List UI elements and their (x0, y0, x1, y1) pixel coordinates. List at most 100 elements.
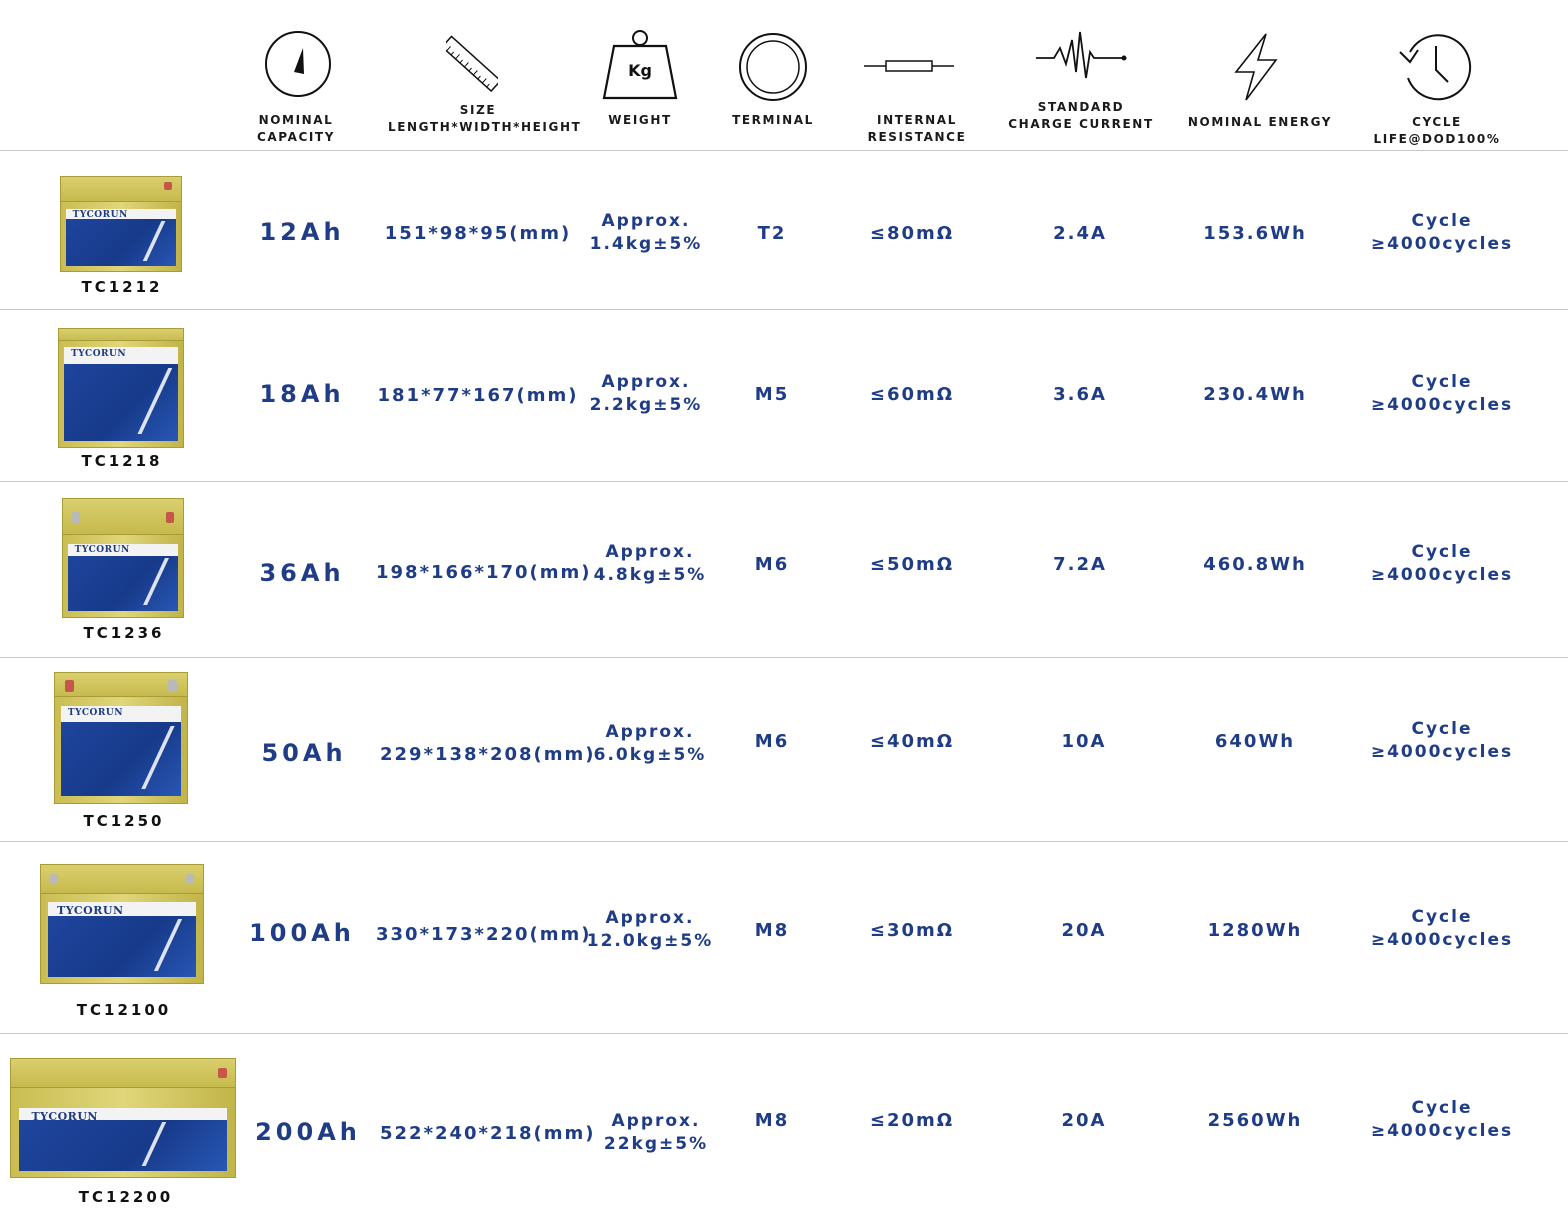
energy-value: 230.4Wh (1203, 384, 1307, 405)
model-name: TC1218 (81, 452, 163, 470)
size-value: 181*77*167(mm) (377, 385, 579, 406)
header-nominal-capacity: NOMINAL CAPACITY (256, 113, 336, 144)
capacity-value: 18Ah (259, 380, 345, 408)
clock-history-icon (1396, 32, 1472, 102)
battery-label: TYCORUN (60, 706, 182, 797)
header-nominal-energy: NOMINAL ENERGY (1187, 115, 1333, 129)
header-standard-charge-current: STANDARD CHARGE CURRENT (1006, 99, 1156, 133)
cycle-label: Cycle (1411, 542, 1473, 562)
battery-brand: TYCORUN (71, 349, 127, 360)
resistance-value: ≤20mΩ (869, 1110, 955, 1131)
battery-label: TYCORUN (66, 208, 176, 267)
model-name: TC12100 (76, 1001, 172, 1019)
model-name: TC1236 (83, 624, 165, 642)
weight-approx: Approx. (605, 722, 695, 742)
divider (0, 841, 1568, 842)
terminal-icon (738, 32, 808, 102)
energy-value: 153.6Wh (1203, 223, 1307, 244)
current-value: 20A (1061, 1110, 1107, 1131)
battery-brand: TYCORUN (67, 708, 123, 719)
energy-value: 2560Wh (1207, 1110, 1303, 1131)
model-name: TC12200 (78, 1188, 174, 1206)
model-name: TC1250 (83, 812, 165, 830)
weight-value: Approx. 12.0kg±5% (570, 907, 730, 953)
terminal-value: M8 (754, 920, 790, 941)
battery-image: TYCORUN (62, 498, 184, 618)
battery-terminal (163, 181, 173, 191)
battery-label: TYCORUN (48, 902, 196, 977)
battery-brand: TYCORUN (57, 903, 124, 917)
battery-terminal (64, 679, 75, 692)
weight-value: Approx. 6.0kg±5% (570, 721, 730, 767)
weight-value: Approx. 1.4kg±5% (566, 210, 726, 256)
energy-value: 460.8Wh (1203, 554, 1307, 575)
gauge-icon (264, 30, 332, 98)
header-size-label: SIZE LENGTH*WIDTH*HEIGHT (388, 103, 582, 134)
battery-label: TYCORUN (68, 543, 178, 611)
cycle-label: Cycle (1411, 719, 1473, 739)
ruler-icon (446, 32, 498, 94)
current-value: 2.4A (1053, 223, 1107, 244)
current-value: 10A (1061, 731, 1107, 752)
battery-image: TYCORUN (58, 328, 184, 448)
model-name: TC1212 (81, 278, 163, 296)
current-value: 3.6A (1053, 384, 1107, 405)
battery-chevron (123, 558, 170, 606)
energy-value: 640Wh (1214, 731, 1296, 752)
weight-approx: Approx. (611, 1111, 701, 1131)
weight-kg: 22kg±5% (603, 1134, 709, 1154)
current-value: 7.2A (1053, 554, 1107, 575)
capacity-value: 100Ah (249, 919, 355, 947)
terminal-value: M5 (754, 384, 790, 405)
resistance-value: ≤50mΩ (869, 554, 955, 575)
terminal-value: T2 (757, 223, 787, 244)
cycle-count: ≥4000cycles (1370, 1121, 1514, 1141)
weight-approx: Approx. (601, 211, 691, 231)
cycle-value: Cycle ≥4000cycles (1362, 210, 1522, 256)
weight-kg: 12.0kg±5% (586, 931, 714, 951)
cycle-count: ≥4000cycles (1370, 742, 1514, 762)
weight-value: Approx. 4.8kg±5% (570, 541, 730, 587)
capacity-value: 36Ah (259, 559, 345, 587)
cycle-value: Cycle ≥4000cycles (1362, 371, 1522, 417)
cycle-label: Cycle (1411, 211, 1473, 231)
weight-kg: 2.2kg±5% (589, 395, 703, 415)
header-size: SIZE LENGTH*WIDTH*HEIGHT (388, 102, 582, 136)
cycle-label: Cycle (1411, 372, 1473, 392)
weight-approx: Approx. (605, 908, 695, 928)
resistance-value: ≤30mΩ (869, 920, 955, 941)
cycle-count: ≥4000cycles (1370, 930, 1514, 950)
battery-brand: TYCORUN (74, 544, 130, 555)
weight-approx: Approx. (601, 372, 691, 392)
header-internal-resistance: INTERNAL RESISTANCE (867, 113, 967, 144)
divider (0, 1033, 1568, 1034)
size-value: 198*166*170(mm) (376, 562, 592, 583)
header-cycle-life: CYCLE LIFE@DOD100% (1373, 115, 1501, 146)
battery-chevron (119, 726, 175, 789)
cycle-value: Cycle ≥4000cycles (1362, 718, 1522, 764)
cycle-label: Cycle (1411, 907, 1473, 927)
weight-icon: Kg (602, 28, 678, 100)
battery-label: TYCORUN (19, 1108, 227, 1171)
weight-kg: 1.4kg±5% (589, 234, 703, 254)
divider (0, 150, 1568, 151)
battery-image: TYCORUN (40, 864, 204, 984)
battery-terminal (217, 1067, 227, 1079)
battery-terminal (165, 512, 175, 524)
battery-terminal (185, 873, 195, 885)
cycle-count: ≥4000cycles (1370, 395, 1514, 415)
divider (0, 657, 1568, 658)
battery-chevron (122, 221, 166, 262)
size-value: 229*138*208(mm) (380, 744, 596, 765)
capacity-value: 200Ah (255, 1118, 361, 1146)
resistance-value: ≤40mΩ (869, 731, 955, 752)
weight-value: Approx. 22kg±5% (576, 1110, 736, 1156)
divider (0, 309, 1568, 310)
weight-kg: 6.0kg±5% (593, 745, 707, 765)
battery-image: TYCORUN (60, 176, 182, 272)
battery-terminal (167, 679, 178, 692)
weight-approx: Approx. (605, 542, 695, 562)
battery-terminal (71, 512, 81, 524)
battery-brand: TYCORUN (31, 1109, 98, 1123)
cycle-value: Cycle ≥4000cycles (1362, 1097, 1522, 1143)
